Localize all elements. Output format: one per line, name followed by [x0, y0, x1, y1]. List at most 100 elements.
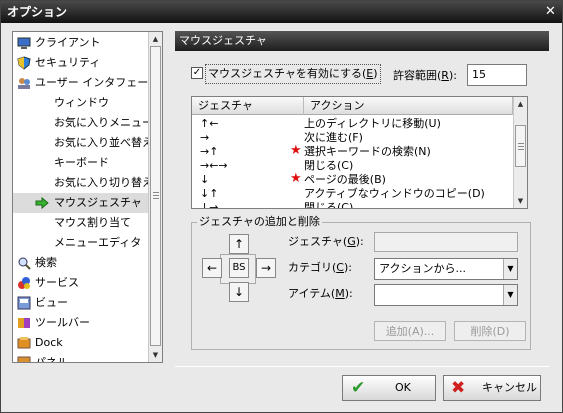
cancel-button[interactable]: ✖ キャンセル — [443, 375, 541, 401]
sidebar-item-label: 検索 — [35, 256, 57, 269]
delete-button[interactable]: 削除(D) — [454, 321, 526, 341]
sidebar-item-label: セキュリティ — [35, 56, 101, 69]
list-scroll-thumb[interactable] — [515, 125, 526, 167]
monitor-icon — [17, 36, 31, 50]
list-item[interactable]: ↓↑ アクティブなウィンドウのコピー(D) — [192, 187, 513, 201]
enable-gesture-label[interactable]: マウスジェスチャを有効にする(E) — [205, 64, 381, 84]
sidebar-item[interactable]: Dock — [13, 333, 148, 353]
chevron-down-icon[interactable]: ▼ — [503, 285, 517, 305]
sidebar-item-label: サービス — [35, 276, 79, 289]
gesture-field[interactable] — [374, 232, 518, 252]
cancel-label: キャンセル — [482, 381, 537, 394]
star-icon: ★ — [290, 171, 302, 186]
sidebar-item-label: Dock — [35, 336, 63, 349]
options-dialog: オプション ✕ クライアント セキュリティユーザー インタフェースウィンドウお気に… — [0, 0, 563, 413]
window-title: オプション — [7, 5, 68, 19]
dock-icon — [17, 336, 31, 350]
column-action[interactable]: アクション — [304, 97, 513, 115]
services-icon — [17, 276, 31, 290]
sidebar-item-label: お気に入り並べ替え — [54, 136, 153, 149]
sidebar-item[interactable]: セキュリティ — [13, 53, 148, 73]
enable-gesture-checkbox[interactable]: ✓ — [191, 67, 203, 79]
users-icon — [17, 76, 31, 90]
sidebar-item[interactable]: キーボード — [13, 153, 148, 173]
list-item[interactable]: →↑ ★ 選択キーワードの検索(N) — [192, 143, 513, 159]
item-label: アイテム(M): — [288, 287, 353, 300]
list-scroll-down-icon[interactable]: ▼ — [514, 194, 527, 208]
gesture-cell: ↑← — [200, 117, 219, 130]
sidebar-item-label: パネル — [35, 356, 68, 363]
scroll-thumb[interactable] — [150, 46, 161, 346]
view-icon — [17, 296, 31, 310]
panel-title: マウスジェスチャ — [175, 31, 549, 51]
group-title: ジェスチャの追加と削除 — [197, 215, 322, 229]
list-item[interactable]: ↓→ 閉じる(C) — [192, 201, 513, 209]
sidebar-item[interactable]: お気に入りメニュー — [13, 113, 153, 133]
sidebar-item-label: お気に入りメニュー — [54, 116, 153, 129]
gesture-cell: →↑ — [200, 145, 219, 158]
gesture-cell: ↓ — [200, 173, 210, 186]
gesture-cell: ↓↑ — [200, 187, 219, 200]
title-bar: オプション ✕ — [1, 1, 562, 23]
sidebar-item-label: クライアント — [35, 36, 101, 49]
sidebar-item[interactable]: お気に入り並べ替え — [13, 133, 153, 153]
close-button[interactable]: ✕ — [543, 4, 558, 19]
list-item[interactable]: → 次に進む(F) — [192, 131, 513, 145]
category-select[interactable]: アクションから... ▼ — [374, 258, 518, 280]
tree-scrollbar[interactable]: ▲ ▼ — [148, 32, 162, 362]
sidebar-item[interactable]: マウスジェスチャ — [13, 193, 148, 213]
sidebar-item-label: ユーザー インタフェース — [35, 76, 159, 89]
star-icon: ★ — [290, 143, 302, 158]
sidebar-item[interactable]: ユーザー インタフェース — [13, 73, 159, 93]
sidebar-item[interactable]: 検索 — [13, 253, 148, 273]
tolerance-input[interactable]: 15 — [467, 64, 527, 86]
action-cell: 上のディレクトリに移動(U) — [304, 117, 441, 130]
left-arrow-button[interactable]: ← — [202, 258, 222, 278]
column-gesture[interactable]: ジェスチャ — [192, 97, 304, 115]
sidebar-item[interactable]: ツールバー — [13, 313, 148, 333]
sidebar-item[interactable]: メニューエディタ — [13, 233, 148, 253]
footer-divider — [175, 366, 549, 367]
sidebar-item[interactable]: クライアント — [13, 33, 148, 53]
action-cell: ★ ページの最後(B) — [290, 171, 386, 187]
list-scroll-up-icon[interactable]: ▲ — [514, 97, 527, 111]
add-button[interactable]: 追加(A)... — [374, 321, 446, 341]
gesture-cell: → — [200, 131, 210, 144]
sidebar-item[interactable]: ビュー — [13, 293, 148, 313]
list-item[interactable]: ↓ ★ ページの最後(B) — [192, 171, 513, 187]
sidebar-item[interactable]: お気に入り切り替え — [13, 173, 153, 193]
scroll-up-arrow-icon[interactable]: ▲ — [149, 32, 162, 46]
list-scrollbar[interactable]: ▲ ▼ — [513, 97, 527, 208]
sidebar-item-label: ツールバー — [35, 316, 90, 329]
action-cell: 閉じる(C) — [304, 201, 354, 209]
toolbar-icon — [17, 316, 31, 330]
sidebar-item[interactable]: パネル — [13, 353, 148, 363]
category-label: カテゴリ(C): — [288, 261, 352, 274]
up-arrow-button[interactable]: ↑ — [229, 234, 249, 254]
right-arrow-button[interactable]: → — [256, 258, 276, 278]
sidebar-item[interactable]: ウィンドウ — [13, 93, 148, 113]
panel-icon — [17, 356, 31, 362]
green-arrow-icon — [35, 196, 49, 210]
tolerance-label: 許容範囲(R): — [393, 69, 457, 82]
shield-icon — [17, 56, 31, 70]
scroll-down-arrow-icon[interactable]: ▼ — [149, 348, 162, 362]
sidebar-item[interactable]: サービス — [13, 273, 148, 293]
action-cell: 閉じる(C) — [304, 159, 354, 172]
list-item[interactable]: ↑← 上のディレクトリに移動(U) — [192, 117, 513, 131]
ok-button[interactable]: ✔ OK — [342, 375, 436, 401]
sidebar-item-label: マウス割り当て — [54, 216, 131, 229]
gesture-cell: →←→ — [200, 159, 228, 172]
sidebar-item[interactable]: マウス割り当て — [13, 213, 148, 233]
ok-label: OK — [395, 381, 411, 394]
gesture-list[interactable]: ジェスチャ アクション ↑← 上のディレクトリに移動(U) → 次に進む(F) →↑ ★ 選… — [191, 96, 528, 209]
chevron-down-icon[interactable]: ▼ — [503, 259, 517, 279]
item-select[interactable]: ▼ — [374, 284, 518, 306]
check-icon: ✔ — [351, 378, 366, 398]
backspace-button[interactable]: BS — [229, 258, 249, 278]
down-arrow-button[interactable]: ↓ — [229, 282, 249, 302]
sidebar-item-label: マウスジェスチャ — [54, 196, 142, 209]
action-cell: アクティブなウィンドウのコピー(D) — [304, 187, 485, 200]
options-tree[interactable]: クライアント セキュリティ ユーザー インタフェース ウィンドウ お気に入りメニュー お気… — [12, 31, 163, 363]
list-item[interactable]: →←→ 閉じる(C) — [192, 159, 513, 173]
